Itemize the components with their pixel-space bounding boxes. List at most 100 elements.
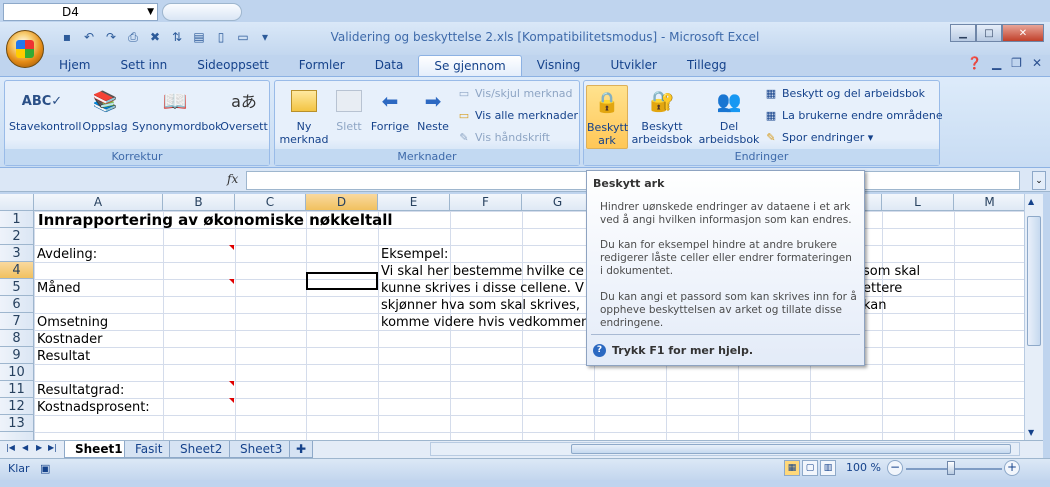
slett-button[interactable]: Slett bbox=[331, 85, 367, 133]
row-header-7[interactable]: 7 bbox=[0, 313, 34, 330]
row-header-9[interactable]: 9 bbox=[0, 347, 34, 364]
comment-indicator-b12[interactable] bbox=[229, 398, 234, 403]
oppslag-button[interactable]: 📚 Oppslag bbox=[81, 85, 129, 134]
name-box-dropdown-icon[interactable]: ▼ bbox=[147, 4, 154, 20]
cell-e4[interactable]: Vi skal her bestemme hvilke ce bbox=[378, 263, 584, 280]
comment-indicator-b3[interactable] bbox=[229, 245, 234, 250]
vertical-scroll-thumb[interactable] bbox=[1027, 216, 1041, 346]
zoom-in-button[interactable]: + bbox=[1004, 460, 1020, 476]
forrige-button[interactable]: ⬅ Forrige bbox=[369, 85, 411, 134]
cell-a9[interactable]: Resultat bbox=[34, 348, 90, 365]
beskytt-arbeidsbok-button[interactable]: 🔐 Beskytt arbeidsbok ▾ bbox=[630, 85, 694, 160]
spor-endringer-button[interactable]: ✎ Spor endringer ▾ bbox=[764, 128, 873, 148]
active-cell-d4[interactable] bbox=[306, 272, 378, 290]
tab-se-gjennom[interactable]: Se gjennom bbox=[418, 55, 522, 76]
row-header-14[interactable] bbox=[0, 432, 34, 440]
tab-sett-inn[interactable]: Sett inn bbox=[105, 55, 182, 76]
col-header-e[interactable]: E bbox=[378, 194, 450, 211]
tab-sideoppsett[interactable]: Sideoppsett bbox=[182, 55, 284, 76]
zoom-out-button[interactable]: − bbox=[887, 460, 903, 476]
cell-k5-overflow[interactable]: ettere bbox=[860, 280, 902, 297]
cell-a12[interactable]: Kostnadsprosent: bbox=[34, 399, 150, 416]
select-all-corner[interactable] bbox=[0, 194, 34, 211]
col-header-m[interactable]: M bbox=[954, 194, 1024, 211]
page-layout-view-icon[interactable]: ▢ bbox=[802, 460, 818, 476]
del-arbeidsbok-button[interactable]: 👥 Del arbeidsbok bbox=[698, 85, 760, 147]
row-header-10[interactable]: 10 bbox=[0, 364, 34, 381]
sheet-tab-fasit[interactable]: Fasit bbox=[124, 441, 174, 458]
normal-view-icon[interactable]: ▦ bbox=[784, 460, 800, 476]
cell-a7[interactable]: Omsetning bbox=[34, 314, 108, 331]
col-header-l[interactable]: L bbox=[882, 194, 954, 211]
ny-merknad-button[interactable]: Ny merknad bbox=[279, 85, 329, 146]
cell-e3[interactable]: Eksempel: bbox=[378, 246, 448, 263]
row-header-6[interactable]: 6 bbox=[0, 296, 34, 313]
stavekontroll-button[interactable]: ABC✓ Stavekontroll bbox=[9, 85, 81, 134]
insert-function-icon[interactable]: fx bbox=[227, 172, 238, 186]
macro-record-icon[interactable]: ▣ bbox=[40, 462, 50, 475]
cell-a8[interactable]: Kostnader bbox=[34, 331, 103, 348]
tab-visning[interactable]: Visning bbox=[522, 55, 596, 76]
row-header-2[interactable]: 2 bbox=[0, 228, 34, 245]
vis-alle-merknader-button[interactable]: ▭ Vis alle merknader bbox=[457, 106, 578, 126]
cell-e6[interactable]: skjønner hva som skal skrives, bbox=[378, 297, 580, 314]
scroll-down-icon[interactable]: ▼ bbox=[1028, 428, 1034, 437]
page-break-view-icon[interactable]: ▥ bbox=[820, 460, 836, 476]
first-sheet-icon[interactable]: |◀ bbox=[6, 443, 15, 452]
minimize-workbook-icon[interactable]: ▁ bbox=[992, 56, 1001, 70]
oversett-button[interactable]: aあ Oversett bbox=[219, 85, 269, 133]
office-button[interactable] bbox=[6, 30, 44, 68]
cell-k4-overflow[interactable]: som skal bbox=[860, 263, 920, 280]
help-icon[interactable]: ❓ bbox=[967, 56, 982, 70]
sheet-tab-sheet3[interactable]: Sheet3 bbox=[229, 441, 294, 458]
horizontal-scrollbar[interactable] bbox=[430, 442, 1020, 456]
next-sheet-icon[interactable]: ▶ bbox=[36, 443, 42, 452]
sheet-tab-sheet2[interactable]: Sheet2 bbox=[169, 441, 234, 458]
prev-sheet-icon[interactable]: ◀ bbox=[22, 443, 28, 452]
row-header-3[interactable]: 3 bbox=[0, 245, 34, 262]
restore-workbook-icon[interactable]: ❐ bbox=[1011, 56, 1022, 70]
col-header-c[interactable]: C bbox=[235, 194, 306, 211]
beskytt-og-del-button[interactable]: ▦ Beskytt og del arbeidsbok bbox=[764, 84, 925, 104]
row-header-1[interactable]: 1 bbox=[0, 211, 34, 228]
zoom-level[interactable]: 100 % bbox=[846, 461, 881, 474]
expand-formula-bar-icon[interactable]: ⌄ bbox=[1032, 171, 1046, 190]
beskytt-ark-button[interactable]: 🔒 Beskytt ark bbox=[586, 85, 628, 149]
tab-hjem[interactable]: Hjem bbox=[44, 55, 105, 76]
cell-a11[interactable]: Resultatgrad: bbox=[34, 382, 124, 399]
worksheet-grid[interactable]: A B C D E F G H I J K L M 1 2 3 4 5 6 7 … bbox=[0, 194, 1024, 440]
vertical-scrollbar[interactable]: ▲ ▼ bbox=[1024, 194, 1043, 440]
cell-a3[interactable]: Avdeling: bbox=[34, 246, 97, 263]
col-header-d[interactable]: D bbox=[306, 194, 378, 211]
neste-button[interactable]: ➡ Neste bbox=[413, 85, 453, 134]
col-header-a[interactable]: A bbox=[34, 194, 163, 211]
close-workbook-icon[interactable]: ✕ bbox=[1032, 56, 1042, 70]
maximize-button[interactable]: □ bbox=[976, 24, 1002, 42]
row-header-5[interactable]: 5 bbox=[0, 279, 34, 296]
col-header-g[interactable]: G bbox=[522, 194, 594, 211]
tab-data[interactable]: Data bbox=[360, 55, 419, 76]
comment-indicator-b5[interactable] bbox=[229, 279, 234, 284]
comment-indicator-b11[interactable] bbox=[229, 381, 234, 386]
last-sheet-icon[interactable]: ▶| bbox=[48, 443, 57, 452]
vis-skjul-merknad-button[interactable]: ▭ Vis/skjul merknad bbox=[457, 84, 573, 104]
synonymordbok-button[interactable]: 📖 Synonymordbok bbox=[132, 85, 222, 134]
row-header-4[interactable]: 4 bbox=[0, 262, 34, 279]
row-header-11[interactable]: 11 bbox=[0, 381, 34, 398]
row-header-12[interactable]: 12 bbox=[0, 398, 34, 415]
row-header-8[interactable]: 8 bbox=[0, 330, 34, 347]
insert-sheet-icon[interactable]: ✚ bbox=[289, 441, 314, 458]
tab-formler[interactable]: Formler bbox=[284, 55, 360, 76]
cell-a1[interactable]: Innrapportering av økonomiske nøkkeltall bbox=[35, 212, 393, 229]
vis-handskrift-button[interactable]: ✎ Vis håndskrift bbox=[457, 128, 550, 148]
cell-e5[interactable]: kunne skrives i disse cellene. V bbox=[378, 280, 584, 297]
tab-utvikler[interactable]: Utvikler bbox=[595, 55, 672, 76]
col-header-b[interactable]: B bbox=[163, 194, 235, 211]
close-button[interactable]: ✕ bbox=[1002, 24, 1044, 42]
cell-e7[interactable]: komme videre hvis vedkommen bbox=[378, 314, 589, 331]
row-header-13[interactable]: 13 bbox=[0, 415, 34, 432]
zoom-slider-handle[interactable] bbox=[947, 461, 955, 475]
la-brukerne-endre-button[interactable]: ▦ La brukerne endre områdene bbox=[764, 106, 943, 126]
col-header-f[interactable]: F bbox=[450, 194, 522, 211]
minimize-button[interactable]: ▁ bbox=[950, 24, 976, 42]
